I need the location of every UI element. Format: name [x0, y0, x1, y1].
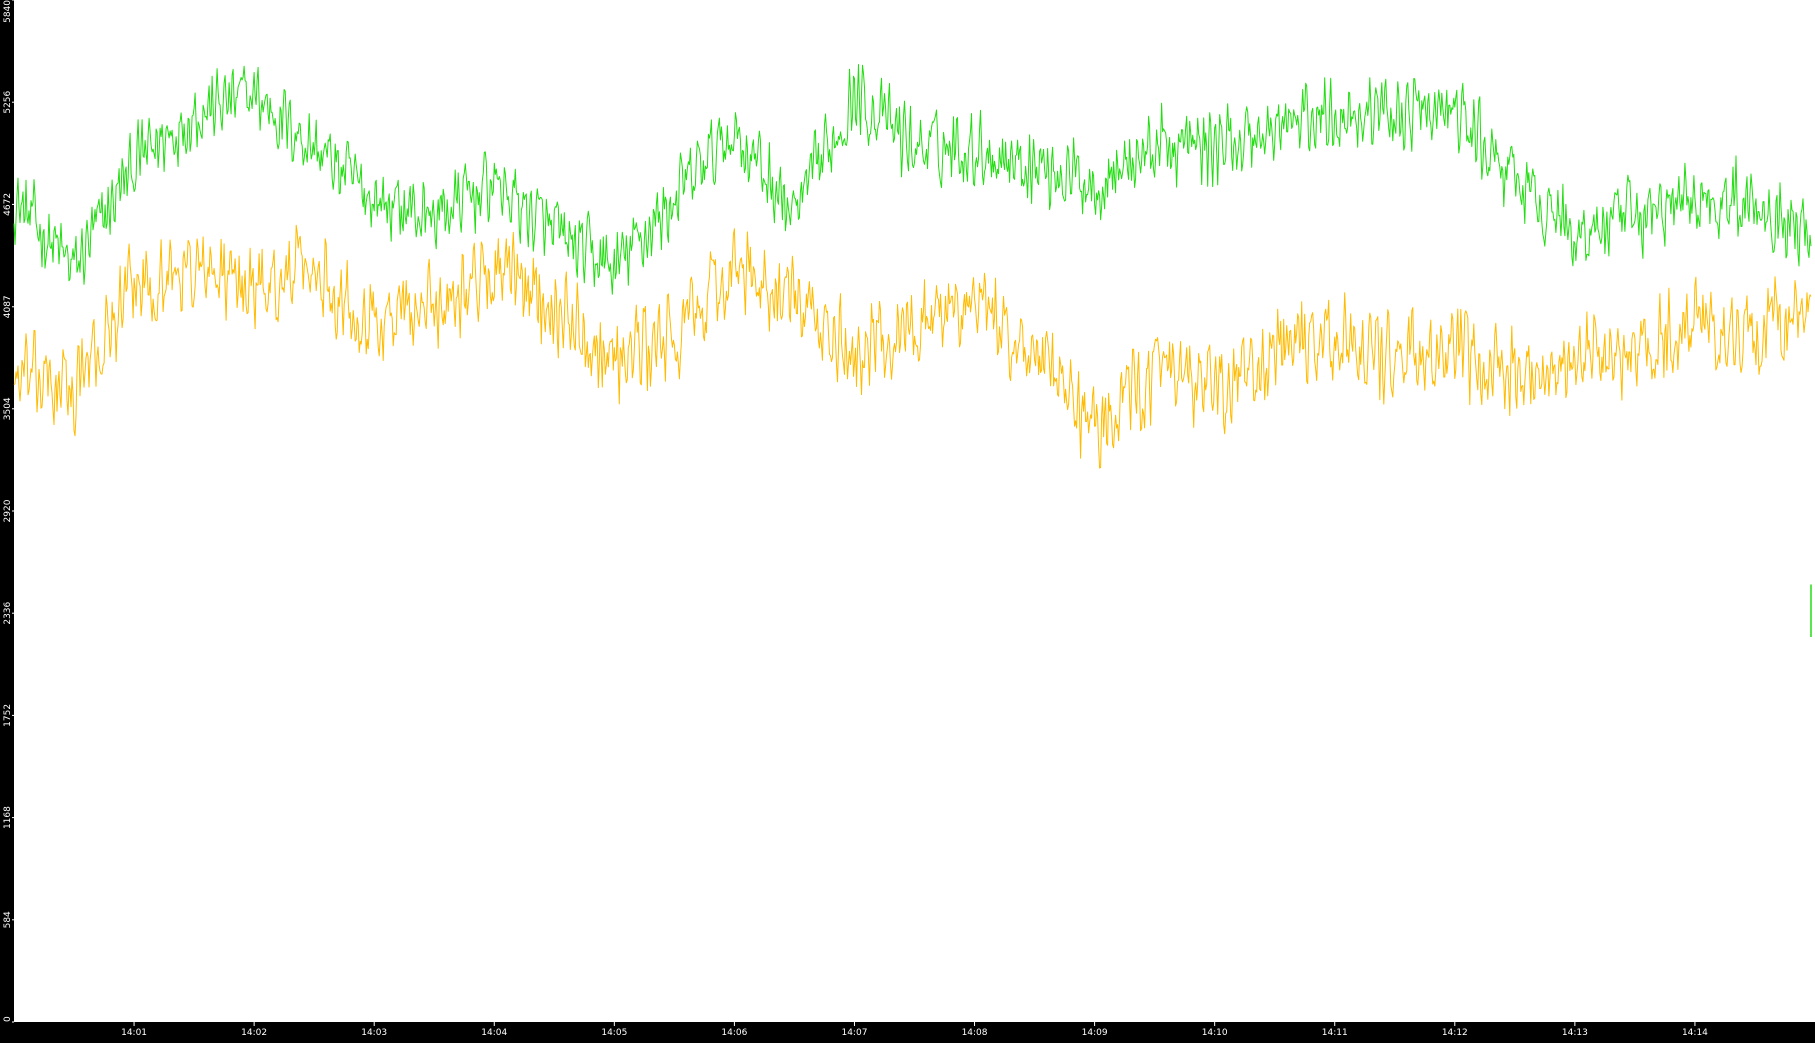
y-tick-label: 5840 [3, 0, 13, 23]
x-tick-label: 14:06 [721, 1028, 747, 1038]
x-tick-label: 14:13 [1562, 1028, 1588, 1038]
y-tick-label: 5256 [3, 90, 13, 113]
x-tick-label: 14:02 [241, 1028, 267, 1038]
y-tick-label: 0 [3, 1016, 13, 1022]
throughput-chart: 0 584 1168 1752 2336 2920 3504 4087 4672 5256 5840… [0, 0, 1815, 1039]
y-tick-label: 2920 [3, 499, 13, 522]
x-tick-label: 14:04 [481, 1028, 507, 1038]
x-tick-label: 14:09 [1082, 1028, 1108, 1038]
x-tick-label: 14:12 [1442, 1028, 1468, 1038]
y-tick-label: 4672 [3, 193, 13, 216]
y-tick-label: 584 [3, 911, 13, 928]
y-tick-label: 1168 [3, 806, 13, 829]
x-tick-label: 14:05 [601, 1028, 627, 1038]
y-tick-label: 4087 [3, 295, 13, 318]
x-tick-label: 14:08 [962, 1028, 988, 1038]
x-tick-label: 14:03 [361, 1028, 387, 1038]
x-tick-label: 14:10 [1202, 1028, 1228, 1038]
chart-svg: 0 584 1168 1752 2336 2920 3504 4087 4672 5256 5840… [0, 0, 1815, 1039]
x-tick-label: 14:14 [1682, 1028, 1708, 1038]
plot-area [14, 0, 1815, 1022]
x-tick-label: 14:01 [121, 1028, 147, 1038]
y-tick-label: 2336 [3, 601, 13, 624]
x-tick-label: 14:07 [841, 1028, 867, 1038]
y-tick-label: 1752 [3, 704, 13, 727]
y-tick-label: 3504 [3, 397, 13, 420]
x-tick-label: 14:11 [1322, 1028, 1348, 1038]
